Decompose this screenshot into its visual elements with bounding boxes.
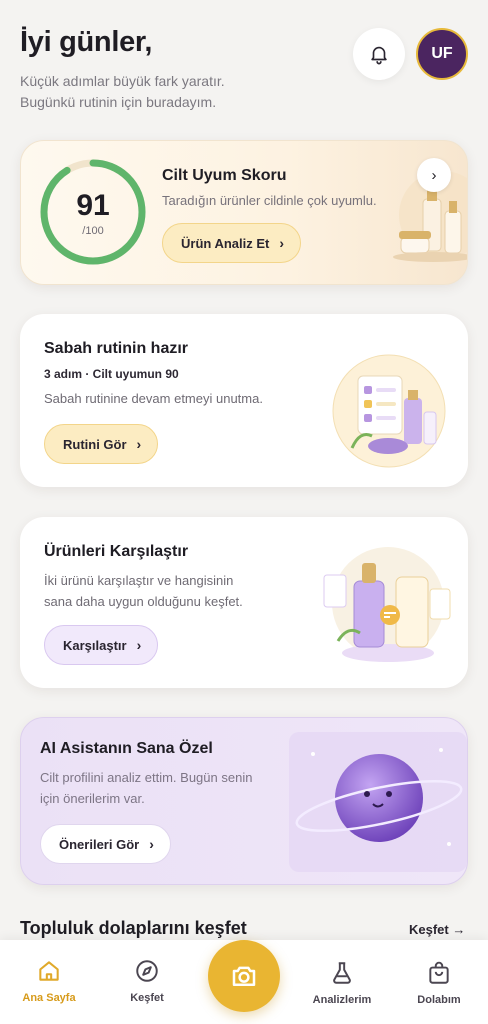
nav-wardrobe-label: Dolabım — [417, 994, 461, 1006]
compare-button[interactable]: Karşılaştır › — [44, 625, 159, 665]
compare-description-line-2: sana daha uygun olduğunu keşfet. — [44, 594, 243, 609]
nav-home[interactable]: Ana Sayfa — [14, 958, 84, 1004]
compare-card-description: İki ürünü karşılaştır ve hangisinin sana… — [44, 570, 243, 612]
score-value: 91 — [76, 189, 110, 222]
profile-avatar[interactable]: UF — [416, 28, 468, 80]
notifications-button[interactable] — [353, 28, 405, 80]
compare-card[interactable]: Ürünleri Karşılaştır İki ürünü karşılaşt… — [20, 517, 468, 688]
view-suggestions-label: Önerileri Gör — [59, 836, 140, 852]
score-card-next-button[interactable]: › — [417, 158, 451, 192]
routine-card-meta: 3 adım · Cilt uyumun 90 — [44, 367, 179, 381]
routine-card-description: Sabah rutinine devam etmeyi unutma. — [44, 391, 263, 406]
ai-description-line-1: Cilt profilini analiz ettim. Bugün senin — [40, 770, 253, 785]
ai-planet-illustration — [289, 732, 467, 872]
community-section-title: Topluluk dolaplarını keşfet — [20, 918, 247, 938]
camera-icon — [232, 966, 256, 986]
compare-description-line-1: İki ürünü karşılaştır ve hangisinin — [44, 573, 234, 588]
chevron-right-icon: › — [136, 637, 142, 653]
view-routine-button[interactable]: Rutini Gör › — [44, 424, 159, 464]
compare-card-title: Ürünleri Karşılaştır — [44, 543, 189, 560]
ai-description-line-2: için önerilerim var. — [40, 791, 145, 806]
flask-icon — [333, 962, 351, 984]
nav-explore[interactable]: Keşfet — [112, 958, 182, 1004]
ai-card-title: AI Asistanın Sana Özel — [40, 740, 213, 757]
nav-home-label: Ana Sayfa — [22, 992, 76, 1004]
routine-illustration — [332, 354, 446, 468]
nav-wardrobe[interactable]: Dolabım — [404, 960, 474, 1006]
skin-score-card[interactable]: 91 /100 Cilt Uyum Skoru Taradığın ürünle… — [20, 140, 468, 285]
chevron-right-icon: › — [431, 166, 437, 184]
greeting-title: İyi günler, — [20, 26, 153, 58]
bag-icon — [429, 961, 449, 984]
chevron-right-icon: › — [136, 436, 142, 452]
community-explore-link[interactable]: Keşfet → — [409, 922, 465, 937]
chevron-right-icon: › — [149, 836, 154, 852]
compass-icon — [136, 960, 158, 982]
analyze-product-label: Ürün Analiz Et — [181, 235, 270, 251]
view-suggestions-button[interactable]: Önerileri Gör › — [40, 824, 171, 864]
compare-illustration — [323, 547, 451, 662]
nav-explore-label: Keşfet — [130, 992, 164, 1004]
bell-icon — [371, 46, 387, 65]
score-card-title: Cilt Uyum Skoru — [162, 167, 287, 184]
nav-analyses-label: Analizlerim — [312, 994, 372, 1006]
ai-assistant-card[interactable]: AI Asistanın Sana Özel Cilt profilini an… — [20, 717, 468, 885]
chevron-right-icon: › — [279, 235, 285, 251]
score-card-description: Taradığın ürünler cildinle çok uyumlu. — [162, 193, 377, 208]
nav-analyses[interactable]: Analizlerim — [307, 960, 377, 1006]
subtitle-line-1: Küçük adımlar büyük fark yaratır. — [20, 73, 225, 89]
analyze-product-button[interactable]: Ürün Analiz Et › — [162, 223, 302, 263]
subtitle-line-2: Bugünkü rutinin için buradayım. — [20, 94, 217, 110]
ai-card-description: Cilt profilini analiz ettim. Bugün senin… — [40, 767, 252, 809]
score-max: /100 — [82, 225, 104, 237]
home-icon — [39, 961, 59, 981]
view-routine-label: Rutini Gör — [63, 436, 127, 452]
scan-camera-button[interactable] — [208, 940, 280, 1012]
greeting-subtitle: Küçük adımlar büyük fark yaratır. Bugünk… — [20, 71, 320, 113]
routine-card[interactable]: Sabah rutinin hazır 3 adım · Cilt uyumun… — [20, 314, 468, 487]
routine-card-title: Sabah rutinin hazır — [44, 340, 189, 357]
compare-button-label: Karşılaştır — [63, 637, 127, 653]
